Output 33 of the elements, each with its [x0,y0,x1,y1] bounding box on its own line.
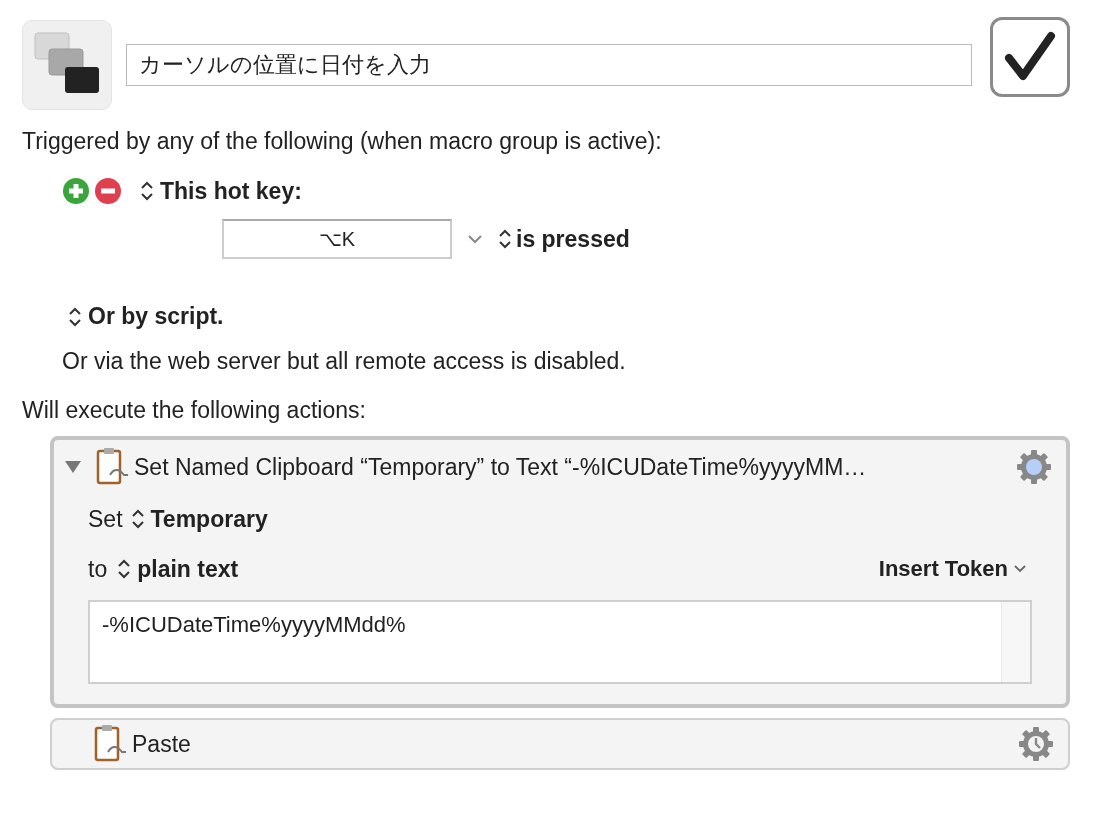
enabled-checkbox[interactable] [990,17,1070,97]
disclosure-triangle-icon[interactable] [64,460,82,474]
actions-heading: Will execute the following actions: [22,397,367,424]
stepper-icon[interactable] [130,507,145,531]
gear-icon[interactable] [1018,726,1054,762]
add-icon[interactable] [62,177,90,205]
stepper-icon[interactable] [117,557,132,581]
action-title: Set Named Clipboard “Temporary” to Text “-%ICUDateTime%yyyyMM… [134,453,868,481]
web-server-note: Or via the web server but all remote access is disabled. [62,348,627,375]
action-card[interactable]: Set Named Clipboard “Temporary” to Text “-%ICUDateTime%yyyyMM… Set Temporary to plain text Insert Token -%ICUDateTime%yyyyMMdd% [50,436,1070,708]
script-trigger-popup[interactable]: Or by script. [88,303,224,330]
hot-key-field[interactable]: ⌥K [222,219,452,259]
action-card[interactable]: Paste [50,718,1070,770]
action-title: Paste [132,730,192,758]
macro-name-field[interactable]: カーソルの位置に日付を入力 [126,44,972,86]
text-area[interactable]: -%ICUDateTime%yyyyMMdd% [88,600,1032,684]
macro-icon[interactable] [22,20,112,110]
remove-icon[interactable] [94,177,122,205]
format-popup[interactable]: plain text [137,555,239,583]
chevron-down-icon [1012,564,1028,574]
to-label: to [88,555,108,583]
gear-icon[interactable] [1016,449,1052,485]
stepper-icon[interactable] [498,227,512,251]
stepper-icon[interactable] [140,179,154,203]
chevron-down-icon[interactable] [466,233,484,245]
clipboard-popup[interactable]: Temporary [150,505,268,533]
trigger-type-popup[interactable]: This hot key: [160,177,302,205]
clipboard-icon [94,724,128,764]
insert-token-button[interactable]: Insert Token [878,556,1028,582]
set-label: Set [88,505,123,533]
condition-popup[interactable]: is pressed [516,225,630,253]
clipboard-icon [96,447,130,487]
triggers-heading: Triggered by any of the following (when macro group is active): [22,128,663,155]
